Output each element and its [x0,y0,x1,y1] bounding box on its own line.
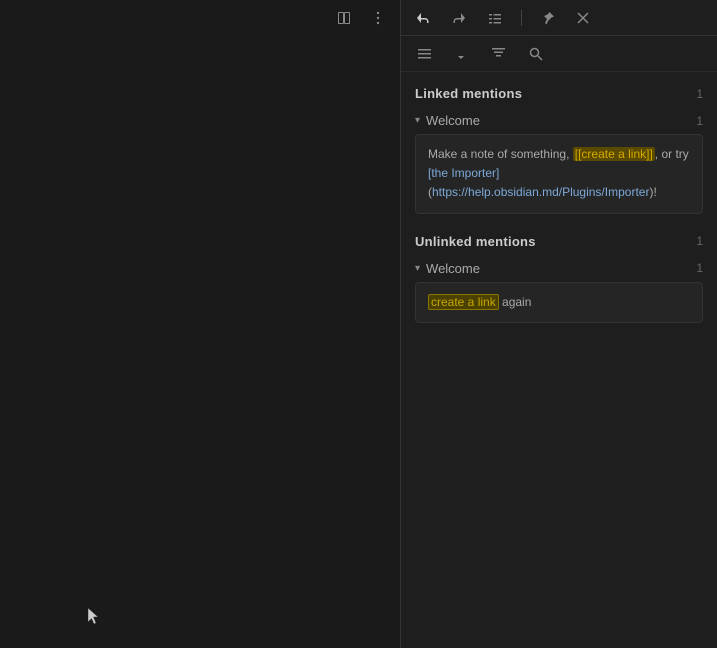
right-toolbar [401,0,717,36]
toolbar-divider [521,10,522,26]
unlinked-mention-card: create a link again [415,282,703,323]
linked-mention-card: Make a note of something, [[create a lin… [415,134,703,214]
list-view-icon[interactable] [413,44,436,63]
linked-welcome-title: Welcome [426,113,480,128]
chevron-down-icon-2: ▾ [415,263,420,274]
linked-card-text-before: Make a note of something, [428,147,573,161]
linked-mentions-title: Linked mentions [415,86,522,101]
right-panel: Linked mentions 1 ▾ Welcome 1 Make a not… [400,0,717,648]
mouse-cursor [88,608,100,626]
unlinked-highlight[interactable]: create a link [428,294,499,310]
linked-welcome-title-row: ▾ Welcome [415,113,480,128]
unlinked-mentions-title: Unlinked mentions [415,234,536,249]
more-options-icon[interactable] [366,8,390,28]
secondary-toolbar [401,36,717,72]
linked-mentions-header: Linked mentions 1 [415,86,703,101]
importer-link[interactable]: [the Importer] [428,166,499,180]
close-icon[interactable] [572,9,594,27]
unlinked-welcome-subsection: ▾ Welcome 1 create a link again [415,259,703,323]
unlinked-welcome-count: 1 [696,261,703,275]
forward-links-icon[interactable] [447,8,471,28]
linked-mentions-count: 1 [696,87,703,101]
outline-icon[interactable] [483,8,507,28]
backlinks-icon[interactable] [411,8,435,28]
sort-grouped-icon[interactable] [487,44,510,63]
linked-welcome-count: 1 [696,114,703,128]
toolbar-icons [411,8,594,28]
linked-welcome-header[interactable]: ▾ Welcome 1 [415,111,703,134]
left-panel [0,0,400,648]
left-top-icons [332,8,390,28]
importer-url[interactable]: https://help.obsidian.md/Plugins/Importe… [432,185,649,199]
content-area[interactable]: Linked mentions 1 ▾ Welcome 1 Make a not… [401,72,717,648]
sort-asc-icon[interactable] [450,44,473,63]
pin-icon[interactable] [536,8,560,28]
unlinked-welcome-title: Welcome [426,261,480,276]
unlinked-card-text-after: again [499,295,532,309]
search-icon[interactable] [524,44,547,63]
chevron-down-icon: ▾ [415,115,420,126]
unlinked-mentions-header: Unlinked mentions 1 [415,234,703,249]
unlinked-welcome-header[interactable]: ▾ Welcome 1 [415,259,703,282]
unlinked-mentions-section: Unlinked mentions 1 ▾ Welcome 1 create a… [415,234,703,323]
unlinked-welcome-title-row: ▾ Welcome [415,261,480,276]
linked-welcome-subsection: ▾ Welcome 1 Make a note of something, [[… [415,111,703,214]
unlinked-mentions-count: 1 [696,234,703,248]
left-topbar [0,0,400,36]
linked-highlight[interactable]: [[create a link]] [573,147,655,161]
book-icon[interactable] [332,8,356,28]
